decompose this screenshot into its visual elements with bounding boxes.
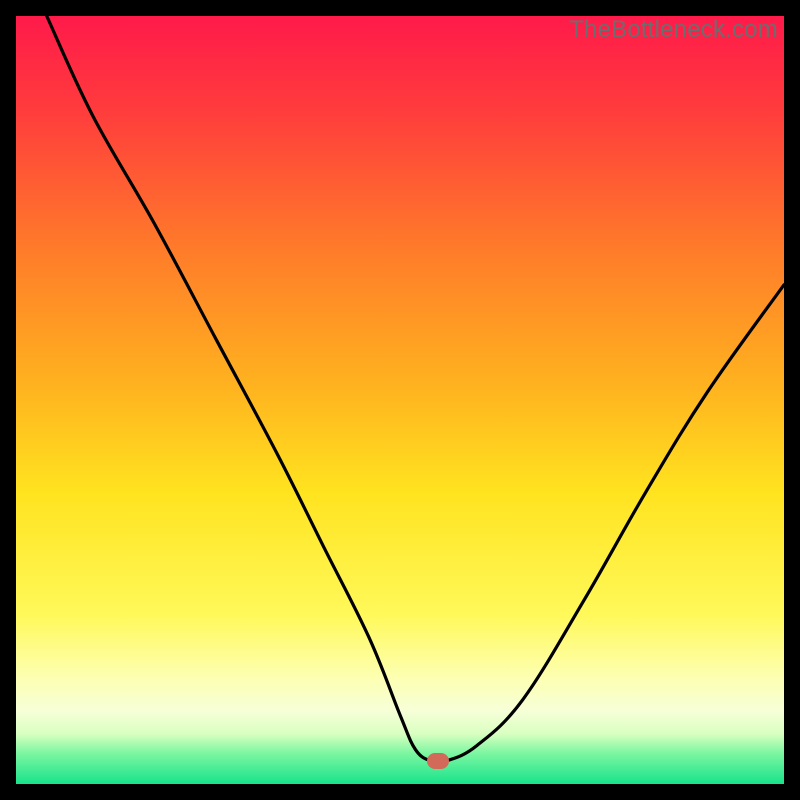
bottleneck-curve	[16, 16, 784, 784]
plot-area: TheBottleneck.com	[16, 16, 784, 784]
optimum-marker	[427, 753, 449, 769]
